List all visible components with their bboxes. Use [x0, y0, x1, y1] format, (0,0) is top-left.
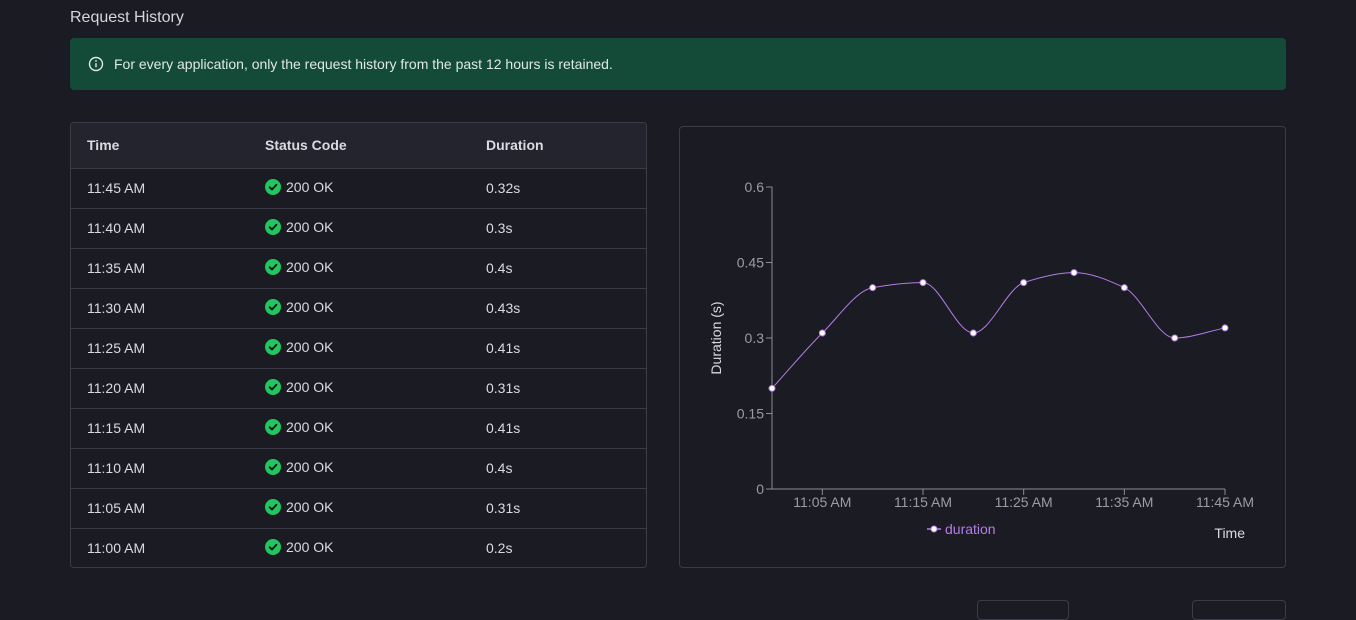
check-circle-icon [265, 338, 281, 355]
cell-duration: 0.32s [486, 180, 521, 196]
status-code-text: 200 OK [286, 258, 334, 275]
notice-text: For every application, only the request … [114, 56, 613, 72]
table-row: 11:30 AM 200 OK 0.43s [71, 288, 646, 328]
check-circle-icon [265, 498, 281, 515]
cell-time: 11:20 AM [87, 380, 146, 396]
status-code-text: 200 OK [286, 538, 334, 555]
duration-chart-panel: 0 0.15 0.3 0.45 0.6 11:05 AM 11:15 AM 11:25 AM 1… [679, 126, 1286, 568]
check-circle-icon [265, 218, 281, 235]
cell-time: 11:10 AM [87, 460, 146, 476]
cell-duration: 0.31s [486, 500, 521, 516]
check-circle-icon [265, 418, 281, 435]
cell-status: 200 OK [265, 488, 486, 528]
table-row: 11:35 AM 200 OK 0.4s [71, 248, 646, 288]
y-tick-label: 0.6 [745, 179, 765, 195]
data-point [1020, 279, 1028, 287]
check-circle-icon [265, 298, 281, 315]
x-tick-label: 11:25 AM [995, 494, 1053, 510]
y-tick-label: 0 [756, 481, 764, 497]
cell-status: 200 OK [265, 368, 486, 408]
cell-duration: 0.41s [486, 420, 521, 436]
legend-point-marker [930, 525, 938, 533]
cell-status: 200 OK [265, 248, 486, 288]
check-circle-icon [265, 178, 281, 195]
cell-duration: 0.4s [486, 460, 513, 476]
cell-duration: 0.3s [486, 220, 513, 236]
x-axis-label: Time [1214, 525, 1245, 541]
cell-time: 11:15 AM [87, 420, 146, 436]
table-row: 11:40 AM 200 OK 0.3s [71, 208, 646, 248]
x-tick-label: 11:05 AM [793, 494, 851, 510]
table-row: 11:15 AM 200 OK 0.41s [71, 408, 646, 448]
status-code-text: 200 OK [286, 338, 334, 355]
status-code-text: 200 OK [286, 498, 334, 515]
legend-label: duration [945, 521, 996, 537]
info-icon [88, 56, 104, 72]
cell-status: 200 OK [265, 288, 486, 328]
data-point [1120, 284, 1128, 292]
cell-status: 200 OK [265, 528, 486, 567]
status-code-text: 200 OK [286, 378, 334, 395]
data-point [1221, 324, 1229, 332]
data-point [919, 279, 927, 287]
next-page-button[interactable] [1192, 600, 1286, 620]
table-row: 11:45 AM 200 OK 0.32s [71, 168, 646, 208]
data-point [1171, 334, 1179, 342]
column-header-status-code: Status Code [265, 137, 347, 154]
cell-status: 200 OK [265, 208, 486, 248]
cell-status: 200 OK [265, 448, 486, 488]
page-title: Request History [70, 9, 184, 26]
x-tick-label: 11:35 AM [1095, 494, 1153, 510]
check-circle-icon [265, 378, 281, 395]
table-row: 11:00 AM 200 OK 0.2s [71, 528, 646, 567]
cell-duration: 0.43s [486, 300, 521, 316]
cell-status: 200 OK [265, 168, 486, 208]
status-code-text: 200 OK [286, 218, 334, 235]
data-point [1070, 269, 1078, 277]
cell-time: 11:40 AM [87, 220, 146, 236]
data-point [768, 384, 776, 392]
y-tick-label: 0.15 [737, 406, 764, 422]
table-row: 11:05 AM 200 OK 0.31s [71, 488, 646, 528]
duration-chart: 0 0.15 0.3 0.45 0.6 11:05 AM 11:15 AM 11:25 AM 1… [708, 179, 1254, 541]
check-circle-icon [265, 538, 281, 555]
cell-time: 11:25 AM [87, 340, 146, 356]
cell-time: 11:35 AM [87, 260, 146, 276]
cell-status: 200 OK [265, 408, 486, 448]
table-row: 11:25 AM 200 OK 0.41s [71, 328, 646, 368]
cell-duration: 0.2s [486, 540, 513, 557]
data-point [869, 284, 877, 292]
cell-duration: 0.31s [486, 380, 521, 396]
cell-time: 11:45 AM [87, 180, 146, 196]
check-circle-icon [265, 458, 281, 475]
series-line-duration [771, 272, 1226, 389]
cell-time: 11:05 AM [87, 500, 146, 516]
table-header-row: Time Status Code Duration [71, 123, 646, 168]
cell-status: 200 OK [265, 328, 486, 368]
data-point [969, 329, 977, 337]
status-code-text: 200 OK [286, 458, 334, 475]
column-header-time: Time [87, 137, 120, 154]
status-code-text: 200 OK [286, 418, 334, 435]
x-tick-label: 11:45 AM [1196, 494, 1254, 510]
y-tick-label: 0.3 [745, 330, 765, 346]
check-circle-icon [265, 258, 281, 275]
status-code-text: 200 OK [286, 178, 334, 195]
cell-time: 11:00 AM [87, 540, 146, 557]
status-code-text: 200 OK [286, 298, 334, 315]
request-history-table: Time Status Code Duration 11:45 AM 200 OK… [70, 122, 647, 568]
column-header-duration: Duration [486, 137, 544, 154]
cell-time: 11:30 AM [87, 300, 146, 316]
table-row: 11:20 AM 200 OK 0.31s [71, 368, 646, 408]
y-tick-label: 0.45 [737, 255, 764, 271]
table-row: 11:10 AM 200 OK 0.4s [71, 448, 646, 488]
cell-duration: 0.4s [486, 260, 513, 276]
previous-page-button[interactable] [977, 600, 1069, 620]
retention-notice: For every application, only the request … [70, 38, 1286, 90]
cell-duration: 0.41s [486, 340, 521, 356]
y-axis-label: Duration (s) [708, 301, 724, 374]
data-point [818, 329, 826, 337]
x-tick-label: 11:15 AM [894, 494, 952, 510]
